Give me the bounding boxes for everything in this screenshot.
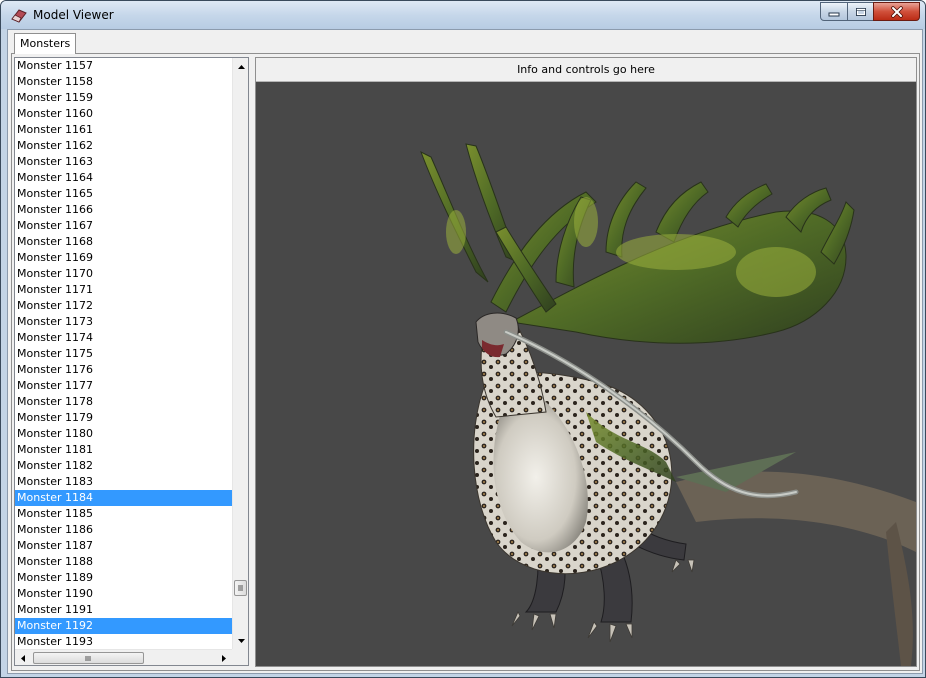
arrow-left-icon bbox=[21, 654, 25, 662]
list-item[interactable]: Monster 1175 bbox=[15, 346, 232, 362]
list-item[interactable]: Monster 1159 bbox=[15, 90, 232, 106]
eraser-icon bbox=[11, 9, 27, 23]
vertical-scrollbar[interactable] bbox=[232, 58, 248, 649]
list-item[interactable]: Monster 1181 bbox=[15, 442, 232, 458]
list-item[interactable]: Monster 1166 bbox=[15, 202, 232, 218]
list-item[interactable]: Monster 1186 bbox=[15, 522, 232, 538]
list-item[interactable]: Monster 1173 bbox=[15, 314, 232, 330]
list-item[interactable]: Monster 1163 bbox=[15, 154, 232, 170]
arrow-down-icon bbox=[237, 638, 245, 643]
list-item[interactable]: Monster 1172 bbox=[15, 298, 232, 314]
arrow-right-icon bbox=[222, 654, 226, 662]
maximize-icon bbox=[855, 7, 866, 16]
list-item[interactable]: Monster 1184 bbox=[15, 490, 232, 506]
list-item[interactable]: Monster 1190 bbox=[15, 586, 232, 602]
list-item[interactable]: Monster 1191 bbox=[15, 602, 232, 618]
info-bar: Info and controls go here bbox=[256, 58, 916, 82]
minimize-button[interactable] bbox=[820, 2, 848, 21]
list-item[interactable]: Monster 1168 bbox=[15, 234, 232, 250]
close-icon bbox=[890, 5, 903, 18]
scroll-down-button[interactable] bbox=[233, 632, 248, 649]
list-item[interactable]: Monster 1162 bbox=[15, 138, 232, 154]
list-item[interactable]: Monster 1174 bbox=[15, 330, 232, 346]
monster-listbox[interactable]: Monster 1157 Monster 1158 Monster 1159 Mons… bbox=[14, 57, 249, 666]
list-item[interactable]: Monster 1164 bbox=[15, 170, 232, 186]
horizontal-scrollbar[interactable] bbox=[15, 649, 232, 665]
list-item[interactable]: Monster 1160 bbox=[15, 106, 232, 122]
model-viewer-panel: Info and controls go here bbox=[255, 57, 917, 667]
scroll-right-button[interactable] bbox=[216, 650, 232, 665]
list-item[interactable]: Monster 1167 bbox=[15, 218, 232, 234]
list-item[interactable]: Monster 1176 bbox=[15, 362, 232, 378]
tab-monsters[interactable]: Monsters bbox=[14, 33, 77, 54]
list-item[interactable]: Monster 1188 bbox=[15, 554, 232, 570]
list-item[interactable]: Monster 1170 bbox=[15, 266, 232, 282]
grip-icon bbox=[85, 656, 91, 661]
list-item[interactable]: Monster 1169 bbox=[15, 250, 232, 266]
tab-label: Monsters bbox=[20, 37, 71, 50]
list-item[interactable]: Monster 1193 bbox=[15, 634, 232, 650]
app-window: Model Viewer Monsters Monster 1157 Monst… bbox=[0, 0, 926, 678]
scroll-up-button[interactable] bbox=[233, 58, 248, 75]
minimize-icon bbox=[828, 12, 840, 16]
horizontal-scroll-thumb[interactable] bbox=[33, 652, 144, 664]
list-item[interactable]: Monster 1185 bbox=[15, 506, 232, 522]
scrollbar-corner bbox=[232, 649, 248, 665]
monster-list: Monster 1157 Monster 1158 Monster 1159 Mons… bbox=[15, 58, 232, 650]
grip-icon bbox=[238, 585, 243, 591]
close-button[interactable] bbox=[873, 2, 920, 21]
list-item[interactable]: Monster 1171 bbox=[15, 282, 232, 298]
title-bar[interactable]: Model Viewer bbox=[1, 1, 925, 29]
list-item[interactable]: Monster 1179 bbox=[15, 410, 232, 426]
list-item[interactable]: Monster 1182 bbox=[15, 458, 232, 474]
window-title: Model Viewer bbox=[33, 8, 114, 22]
list-item[interactable]: Monster 1165 bbox=[15, 186, 232, 202]
tab-pane: Monster 1157 Monster 1158 Monster 1159 Mons… bbox=[11, 53, 920, 671]
list-item[interactable]: Monster 1192 bbox=[15, 618, 232, 634]
vertical-scroll-thumb[interactable] bbox=[234, 580, 247, 596]
arrow-up-icon bbox=[237, 64, 245, 69]
list-item[interactable]: Monster 1177 bbox=[15, 378, 232, 394]
3d-viewport[interactable] bbox=[256, 82, 916, 666]
list-item[interactable]: Monster 1161 bbox=[15, 122, 232, 138]
list-item[interactable]: Monster 1157 bbox=[15, 58, 232, 74]
client-area: Monsters Monster 1157 Monster 1158 Monster… bbox=[7, 29, 923, 674]
maximize-button[interactable] bbox=[847, 2, 874, 21]
info-text: Info and controls go here bbox=[517, 63, 655, 76]
list-item[interactable]: Monster 1183 bbox=[15, 474, 232, 490]
list-item[interactable]: Monster 1189 bbox=[15, 570, 232, 586]
monster-model bbox=[420, 143, 916, 666]
scroll-left-button[interactable] bbox=[15, 650, 31, 665]
list-item[interactable]: Monster 1158 bbox=[15, 74, 232, 90]
list-item[interactable]: Monster 1187 bbox=[15, 538, 232, 554]
list-item[interactable]: Monster 1180 bbox=[15, 426, 232, 442]
list-item[interactable]: Monster 1178 bbox=[15, 394, 232, 410]
